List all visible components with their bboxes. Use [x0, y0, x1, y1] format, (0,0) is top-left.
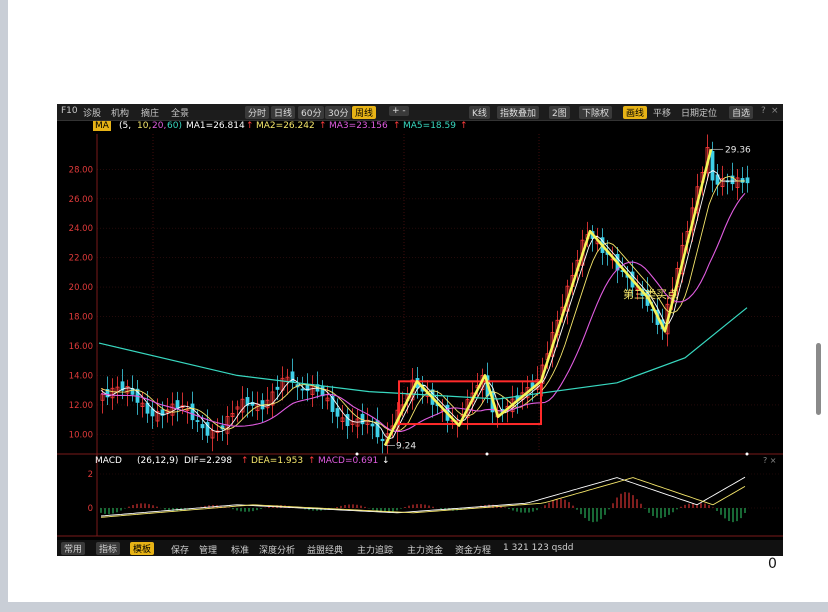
ma-param-10: 10, — [137, 121, 152, 131]
ma2-arrow: ↑ — [319, 121, 327, 131]
tab-weekly[interactable]: 周线 — [352, 106, 377, 119]
viewer-bottom-frame — [0, 602, 828, 612]
dea-line — [100, 477, 746, 518]
high-price-label: 29.36 — [725, 145, 751, 155]
btn-template[interactable]: 模板 — [130, 542, 155, 555]
btn-main-force-track[interactable]: 主力追踪 — [357, 543, 393, 556]
btn-index-overlay[interactable]: 指数叠加 — [497, 106, 540, 119]
btn-draw-line[interactable]: 画线 — [623, 106, 648, 119]
price-tick-label: 16.00 — [69, 342, 93, 352]
tab-30min[interactable]: 30分 — [325, 106, 352, 119]
ma-legend: MA (5, 10, 20, 60) MA1=26.814 ↑ MA2=26.2… — [57, 121, 783, 133]
stock-chart-app: 28.00 26.00 24.00 22.00 20.00 18.00 16.00 14.00… — [57, 104, 783, 556]
candle-down — [710, 151, 715, 181]
candle-down — [370, 423, 375, 427]
tab-60min[interactable]: 60分 — [298, 106, 325, 119]
btn-kline[interactable]: K线 — [469, 106, 490, 119]
price-tick-label: 26.00 — [69, 195, 93, 205]
btn-indicator[interactable]: 指标 — [96, 542, 121, 555]
candle-down — [195, 420, 200, 422]
candle-down — [300, 388, 305, 391]
btn-yimeng-classic[interactable]: 益盟经典 — [307, 543, 343, 556]
price-tick-label: 14.00 — [69, 371, 93, 381]
candle-down — [275, 386, 280, 390]
menu-zhaizhuang[interactable]: 摘庄 — [141, 106, 159, 119]
price-tick-label: 12.00 — [69, 401, 93, 411]
price-tick-label: 20.00 — [69, 283, 93, 293]
candle-down — [380, 438, 385, 442]
viewer-left-frame — [0, 0, 8, 612]
grid — [57, 134, 783, 537]
ma-indicator-button[interactable]: MA — [93, 121, 111, 131]
close-icon[interactable]: × — [771, 106, 779, 116]
tab-intraday[interactable]: 分时 — [245, 106, 270, 119]
btn-manage[interactable]: 管理 — [199, 543, 217, 556]
menu-diagnose[interactable]: 诊股 — [83, 106, 101, 119]
macd-value: MACD=0.691 — [318, 456, 379, 466]
macd-histogram — [100, 492, 746, 523]
viewer-scrollbar[interactable] — [816, 343, 821, 415]
menu-f10[interactable]: F10 — [61, 106, 78, 116]
low-price-label: 9.24 — [396, 442, 416, 452]
zoom-buttons[interactable]: + - — [389, 106, 409, 116]
candle-down — [740, 178, 745, 183]
macd-indicator-button[interactable]: MACD — [95, 456, 122, 466]
price-tick-label: 22.00 — [69, 254, 93, 264]
btn-common[interactable]: 常用 — [61, 542, 86, 555]
ma3-arrow: ↑ — [393, 121, 401, 131]
btn-fund-equation[interactable]: 资金方程 — [455, 543, 491, 556]
dif-arrow: ↑ — [241, 456, 249, 466]
candle-down — [745, 177, 750, 184]
ma3-value: MA3=23.156 — [329, 121, 388, 131]
macd-tick-label: 0 — [88, 504, 93, 514]
btn-deep-analysis[interactable]: 深度分析 — [259, 543, 295, 556]
macd-tick-label: 2 — [88, 470, 93, 480]
btn-two-charts[interactable]: 2图 — [549, 106, 570, 119]
ma20-line — [100, 192, 746, 433]
price-tick-label: 18.00 — [69, 313, 93, 323]
candle-down — [200, 424, 205, 429]
ma1-arrow: ↑ — [246, 121, 254, 131]
ma-param-20: 20, — [152, 121, 167, 131]
candle-down — [345, 414, 350, 427]
btn-ex-rights[interactable]: 下除权 — [579, 106, 613, 119]
ma2-value: MA2=26.242 — [256, 121, 315, 131]
menu-institution[interactable]: 机构 — [111, 106, 129, 119]
btn-standard[interactable]: 标准 — [231, 543, 249, 556]
dea-value: DEA=1.953 — [251, 456, 304, 466]
btn-main-force-funds[interactable]: 主力资金 — [407, 543, 443, 556]
btn-date-locate[interactable]: 日期定位 — [681, 106, 717, 119]
btn-save[interactable]: 保存 — [171, 543, 189, 556]
top-toolbar: F10 诊股 机构 摘庄 全景 分时 日线 60分 30分 周线 + - K线 … — [57, 104, 783, 121]
ma5-value: MA5=18.59 — [403, 121, 456, 131]
price-tick-label: 28.00 — [69, 165, 93, 175]
kline-chart: 28.00 26.00 24.00 22.00 20.00 18.00 16.00 14.00… — [57, 134, 783, 553]
dif-value: DIF=2.298 — [184, 456, 233, 466]
page-number: 0 — [768, 556, 777, 572]
candle-down — [190, 403, 195, 421]
macd-help-icon[interactable]: ? × — [763, 456, 777, 465]
bottom-status: 1 321 123 qsdd — [503, 543, 574, 553]
macd-legend: MACD (26,12,9) DIF=2.298 ↑ DEA=1.953 ↑ M… — [57, 455, 783, 468]
menu-panorama[interactable]: 全景 — [171, 106, 189, 119]
bottom-toolbar: 常用 指标 模板 保存 管理 标准 深度分析 益盟经典 主力追踪 主力资金 资金… — [57, 540, 783, 556]
ma1-value: MA1=26.814 — [186, 121, 245, 131]
help-icon[interactable]: ? — [761, 106, 766, 116]
ma-param-open: (5, — [119, 121, 132, 131]
dea-arrow: ↑ — [308, 456, 316, 466]
price-tick-label: 10.00 — [69, 430, 93, 440]
ma-param-60: 60) — [167, 121, 182, 131]
ma5-arrow: ↑ — [460, 121, 468, 131]
candle-down — [335, 408, 340, 417]
price-tick-label: 24.00 — [69, 224, 93, 234]
tab-daily[interactable]: 日线 — [271, 106, 296, 119]
macd-params: (26,12,9) — [137, 456, 179, 466]
btn-pan[interactable]: 平移 — [653, 106, 671, 119]
btn-watchlist[interactable]: 自选 — [729, 106, 754, 119]
macd-arrow: ↓ — [382, 456, 390, 466]
buy-point-label: 第三类买点 — [623, 287, 678, 301]
